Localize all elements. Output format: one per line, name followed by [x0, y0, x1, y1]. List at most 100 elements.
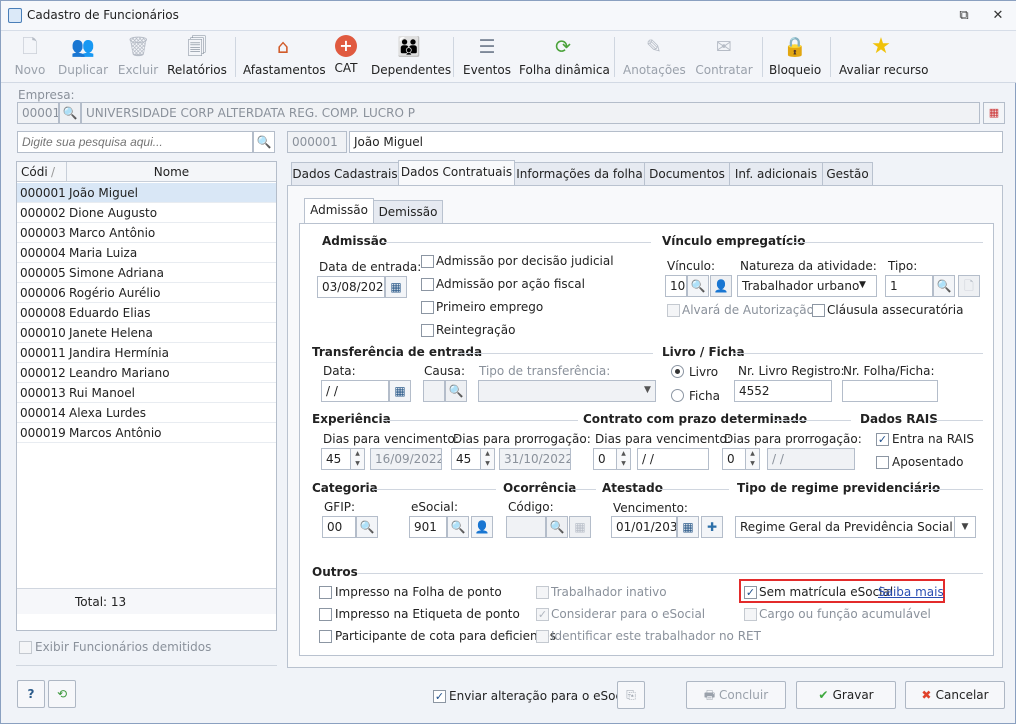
list-item[interactable]: 000010 Janete Helena — [17, 323, 276, 343]
reintegration-checkbox[interactable] — [421, 324, 434, 337]
ret-checkbox[interactable] — [536, 630, 549, 643]
col-code-header[interactable]: Códi / — [17, 162, 67, 182]
esocial-search-icon[interactable]: 🔍 — [447, 516, 469, 538]
restore-icon[interactable]: ⧉ — [953, 6, 975, 26]
regime-chevron-icon[interactable]: ▼ — [954, 516, 976, 538]
contract-due-stepper[interactable]: ▲ ▼ — [617, 448, 631, 470]
esocial-add-user-icon[interactable]: 👤 — [471, 516, 493, 538]
learn-more-link[interactable]: Saiba mais — [878, 585, 944, 599]
gfip-field[interactable]: 00 — [322, 516, 356, 538]
contract-due-days-field[interactable]: 0 — [593, 448, 617, 470]
certificate-calendar-icon[interactable]: ▦ — [677, 516, 699, 538]
list-item[interactable]: 000006 Rogério Aurélio — [17, 283, 276, 303]
contract-extension-days-field[interactable]: 0 — [722, 448, 746, 470]
fiscal-admission-checkbox[interactable] — [421, 278, 434, 291]
close-icon[interactable]: ✕ — [987, 6, 1009, 26]
calendar-table-icon[interactable]: ▦ — [983, 102, 1005, 124]
employee-name-field[interactable]: João Miguel — [349, 131, 1003, 153]
no-registration-checkbox[interactable]: ✓ — [744, 586, 757, 599]
cause-field[interactable] — [423, 380, 445, 402]
bond-search-icon[interactable]: 🔍 — [687, 275, 709, 297]
consider-esocial-checkbox[interactable]: ✓ — [536, 608, 549, 621]
tab-dados-cadastrais[interactable]: Dados Cadastrais — [291, 162, 399, 186]
quota-checkbox[interactable] — [319, 630, 332, 643]
list-item[interactable]: 000008 Eduardo Elias — [17, 303, 276, 323]
regime-select[interactable]: Regime Geral da Previdência Social (RGP — [735, 516, 955, 538]
toolbar-events-button[interactable]: ☰ Eventos — [462, 35, 512, 81]
list-item[interactable]: 000004 Maria Luiza — [17, 243, 276, 263]
book-number-field[interactable]: 4552 — [734, 380, 832, 402]
toolbar-notes-button[interactable]: ✎ Anotações — [623, 35, 686, 81]
list-item[interactable]: 000011 Jandira Hermínia — [17, 343, 276, 363]
help-button[interactable]: ? — [17, 680, 45, 708]
send-esocial-checkbox[interactable]: ✓ — [433, 690, 446, 703]
save-button[interactable]: ✔ Gravar — [796, 681, 896, 709]
exp-due-stepper[interactable]: ▲ ▼ — [351, 448, 365, 470]
tab-dados-contratuais[interactable]: Dados Contratuais — [398, 160, 515, 186]
refresh-icon[interactable]: ⟲ — [48, 680, 76, 708]
col-name-header[interactable]: Nome — [67, 162, 276, 182]
type-field[interactable]: 1 — [885, 275, 933, 297]
tab-informacoes-folha[interactable]: Informações da folha — [514, 162, 645, 186]
inactive-checkbox[interactable] — [536, 586, 549, 599]
list-item[interactable]: 000002 Dione Augusto — [17, 203, 276, 223]
tab-documentos[interactable]: Documentos — [644, 162, 730, 186]
label-print-checkbox[interactable] — [319, 608, 332, 621]
certificate-due-field[interactable]: 01/01/2030 — [611, 516, 677, 538]
book-radio[interactable] — [671, 365, 684, 378]
contract-due-date-field[interactable]: / / — [637, 448, 709, 470]
toolbar-dynamic-sheet-button[interactable]: ⟳ Folha dinâmica — [519, 35, 610, 81]
toolbar-evaluate-button[interactable]: ★ Avaliar recurso — [839, 35, 929, 81]
esocial-category-field[interactable]: 901 — [409, 516, 447, 538]
chevron-down-icon[interactable]: ▼ — [859, 280, 866, 290]
show-dismissed-checkbox[interactable] — [19, 641, 32, 654]
entry-date-field[interactable]: 03/08/2022 — [317, 276, 385, 298]
subtab-admissao[interactable]: Admissão — [304, 198, 374, 224]
contract-extension-stepper[interactable]: ▲ ▼ — [746, 448, 760, 470]
toolbar-delete-button[interactable]: 🗑 Excluir — [116, 35, 160, 81]
bond-add-user-icon[interactable]: 👤 — [710, 275, 732, 297]
company-search-icon[interactable]: 🔍 — [59, 102, 81, 124]
toolbar-absences-button[interactable]: ⌂ Afastamentos — [243, 35, 326, 81]
occurrence-search-icon[interactable]: 🔍 — [546, 516, 568, 538]
sheet-number-field[interactable] — [842, 380, 938, 402]
list-item[interactable]: 000013 Rui Manoel — [17, 383, 276, 403]
certificate-add-icon[interactable]: ✚ — [701, 516, 723, 538]
toolbar-hire-button[interactable]: ✉ Contratar — [695, 35, 753, 81]
type-search-icon[interactable]: 🔍 — [933, 275, 955, 297]
transfer-type-select[interactable] — [478, 380, 656, 402]
toolbar-new-button[interactable]: 🗋 Novo — [11, 35, 49, 81]
exp-extension-days-field[interactable]: 45 — [451, 448, 481, 470]
company-code-field[interactable]: 00001 — [17, 102, 59, 124]
calendar-icon[interactable]: ▦ — [385, 276, 407, 298]
transfer-calendar-icon[interactable]: ▦ — [389, 380, 411, 402]
authorization-checkbox[interactable] — [667, 304, 680, 317]
conclude-button[interactable]: 🖶 Concluir — [686, 681, 786, 709]
toolbar-block-button[interactable]: 🔒 Bloqueio — [769, 35, 821, 81]
tab-gestao[interactable]: Gestão — [822, 162, 873, 186]
list-item[interactable]: 000019 Marcos Antônio — [17, 423, 276, 443]
toolbar-reports-button[interactable]: 🗐 Relatórios — [166, 35, 228, 81]
tab-inf-adicionais[interactable]: Inf. adicionais — [729, 162, 823, 186]
type-add-icon[interactable]: 🗋 — [958, 275, 980, 297]
first-job-checkbox[interactable] — [421, 301, 434, 314]
occurrence-grid-icon[interactable]: ▦ — [569, 516, 591, 538]
list-item[interactable]: 000001 João Miguel — [17, 183, 276, 203]
cause-search-icon[interactable]: 🔍 — [445, 380, 467, 402]
exp-extension-stepper[interactable]: ▲ ▼ — [481, 448, 495, 470]
subtab-demissao[interactable]: Demissão — [373, 200, 443, 224]
toolbar-cat-button[interactable]: + CAT — [329, 35, 363, 81]
clause-checkbox[interactable] — [812, 304, 825, 317]
transfer-date-field[interactable]: / / — [321, 380, 389, 402]
retired-checkbox[interactable] — [876, 456, 889, 469]
list-item[interactable]: 000012 Leandro Mariano — [17, 363, 276, 383]
list-item[interactable]: 000014 Alexa Lurdes — [17, 403, 276, 423]
rais-checkbox[interactable]: ✓ — [876, 433, 889, 446]
toolbar-duplicate-button[interactable]: 👥 Duplicar — [57, 35, 109, 81]
gfip-search-icon[interactable]: 🔍 — [356, 516, 378, 538]
timesheet-print-checkbox[interactable] — [319, 586, 332, 599]
sheet-radio[interactable] — [671, 389, 684, 402]
list-item[interactable]: 000003 Marco Antônio — [17, 223, 276, 243]
nature-select[interactable]: Trabalhador urbano — [737, 275, 877, 297]
cancel-button[interactable]: ✖ Cancelar — [905, 681, 1005, 709]
